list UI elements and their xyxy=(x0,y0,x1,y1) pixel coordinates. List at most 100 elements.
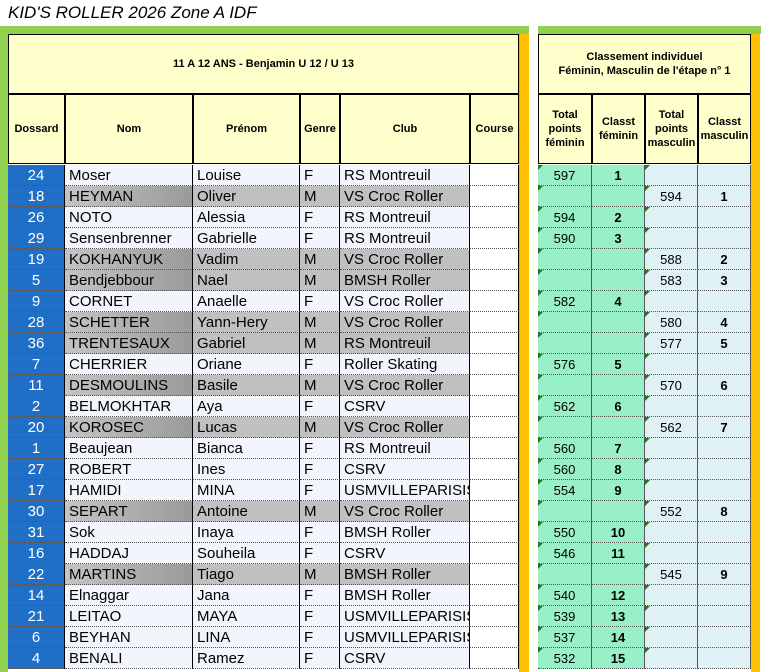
cell-club[interactable]: RS Montreuil xyxy=(340,333,470,354)
cell-total-masculin[interactable] xyxy=(645,585,698,606)
cell-club[interactable]: Roller Skating xyxy=(340,354,470,375)
cell-club[interactable]: USMVILLEPARISIS xyxy=(340,606,470,627)
cell-classt-masculin[interactable]: 6 xyxy=(698,375,751,396)
cell-prenom[interactable]: Lucas xyxy=(193,417,300,438)
cell-dossard[interactable]: 24 xyxy=(8,165,65,186)
cell-genre[interactable]: M xyxy=(300,270,340,291)
cell-genre[interactable]: F xyxy=(300,354,340,375)
cell-total-feminin[interactable]: 576 xyxy=(538,354,592,375)
cell-genre[interactable]: F xyxy=(300,585,340,606)
cell-classt-masculin[interactable] xyxy=(698,627,751,648)
col-header-total-feminin[interactable]: Total points féminin xyxy=(538,94,592,164)
cell-classt-masculin[interactable]: 8 xyxy=(698,501,751,522)
cell-prenom[interactable]: Ines xyxy=(193,459,300,480)
cell-genre[interactable]: M xyxy=(300,375,340,396)
cell-total-feminin[interactable]: 550 xyxy=(538,522,592,543)
cell-total-feminin[interactable] xyxy=(538,564,592,585)
cell-course[interactable] xyxy=(470,291,519,312)
cell-classt-feminin[interactable] xyxy=(592,564,645,585)
cell-classt-feminin[interactable]: 12 xyxy=(592,585,645,606)
cell-total-masculin[interactable]: 580 xyxy=(645,312,698,333)
cell-prenom[interactable]: Ramez xyxy=(193,648,300,669)
cell-dossard[interactable]: 17 xyxy=(8,480,65,501)
cell-genre[interactable]: F xyxy=(300,228,340,249)
cell-classt-masculin[interactable] xyxy=(698,354,751,375)
cell-total-feminin[interactable]: 562 xyxy=(538,396,592,417)
cell-course[interactable] xyxy=(470,270,519,291)
col-header-prenom[interactable]: Prénom xyxy=(193,94,300,164)
cell-prenom[interactable]: Basile xyxy=(193,375,300,396)
cell-classt-masculin[interactable] xyxy=(698,438,751,459)
cell-nom[interactable]: LEITAO xyxy=(65,606,193,627)
cell-total-feminin[interactable]: 540 xyxy=(538,585,592,606)
cell-prenom[interactable]: Anaelle xyxy=(193,291,300,312)
cell-genre[interactable]: F xyxy=(300,627,340,648)
cell-nom[interactable]: CHERRIER xyxy=(65,354,193,375)
cell-course[interactable] xyxy=(470,522,519,543)
cell-classt-feminin[interactable]: 6 xyxy=(592,396,645,417)
cell-prenom[interactable]: Bianca xyxy=(193,438,300,459)
cell-dossard[interactable]: 20 xyxy=(8,417,65,438)
cell-dossard[interactable]: 2 xyxy=(8,396,65,417)
cell-course[interactable] xyxy=(470,459,519,480)
cell-classt-feminin[interactable]: 10 xyxy=(592,522,645,543)
cell-classt-feminin[interactable]: 9 xyxy=(592,480,645,501)
cell-classt-feminin[interactable]: 13 xyxy=(592,606,645,627)
cell-classt-masculin[interactable]: 4 xyxy=(698,312,751,333)
cell-classt-feminin[interactable] xyxy=(592,312,645,333)
cell-genre[interactable]: F xyxy=(300,396,340,417)
cell-course[interactable] xyxy=(470,480,519,501)
cell-club[interactable]: RS Montreuil xyxy=(340,207,470,228)
cell-total-feminin[interactable]: 560 xyxy=(538,459,592,480)
cell-prenom[interactable]: Antoine xyxy=(193,501,300,522)
cell-genre[interactable]: F xyxy=(300,207,340,228)
cell-classt-masculin[interactable] xyxy=(698,606,751,627)
cell-classt-masculin[interactable] xyxy=(698,543,751,564)
cell-prenom[interactable]: MAYA xyxy=(193,606,300,627)
cell-genre[interactable]: F xyxy=(300,543,340,564)
cell-total-masculin[interactable]: 570 xyxy=(645,375,698,396)
cell-club[interactable]: BMSH Roller xyxy=(340,564,470,585)
cell-course[interactable] xyxy=(470,564,519,585)
cell-genre[interactable]: F xyxy=(300,522,340,543)
cell-nom[interactable]: Elnaggar xyxy=(65,585,193,606)
cell-total-feminin[interactable] xyxy=(538,501,592,522)
col-header-genre[interactable]: Genre xyxy=(300,94,340,164)
cell-nom[interactable]: Beaujean xyxy=(65,438,193,459)
cell-classt-masculin[interactable] xyxy=(698,585,751,606)
col-header-total-masculin[interactable]: Total points masculin xyxy=(645,94,698,164)
cell-course[interactable] xyxy=(470,186,519,207)
cell-nom[interactable]: Sensenbrenner xyxy=(65,228,193,249)
cell-classt-feminin[interactable]: 15 xyxy=(592,648,645,669)
cell-dossard[interactable]: 16 xyxy=(8,543,65,564)
cell-prenom[interactable]: Vadim xyxy=(193,249,300,270)
cell-course[interactable] xyxy=(470,333,519,354)
cell-classt-feminin[interactable] xyxy=(592,375,645,396)
cell-total-masculin[interactable]: 583 xyxy=(645,270,698,291)
cell-classt-masculin[interactable] xyxy=(698,207,751,228)
cell-classt-masculin[interactable] xyxy=(698,291,751,312)
cell-genre[interactable]: M xyxy=(300,564,340,585)
cell-prenom[interactable]: Souheila xyxy=(193,543,300,564)
cell-dossard[interactable]: 5 xyxy=(8,270,65,291)
col-header-classt-feminin[interactable]: Classt féminin xyxy=(592,94,645,164)
cell-classt-feminin[interactable] xyxy=(592,249,645,270)
cell-nom[interactable]: DESMOULINS xyxy=(65,375,193,396)
cell-course[interactable] xyxy=(470,354,519,375)
cell-genre[interactable]: M xyxy=(300,333,340,354)
cell-course[interactable] xyxy=(470,648,519,669)
col-header-course[interactable]: Course xyxy=(470,94,519,164)
cell-dossard[interactable]: 7 xyxy=(8,354,65,375)
cell-total-feminin[interactable]: 546 xyxy=(538,543,592,564)
cell-classt-feminin[interactable]: 11 xyxy=(592,543,645,564)
cell-total-feminin[interactable] xyxy=(538,270,592,291)
cell-genre[interactable]: F xyxy=(300,648,340,669)
cell-nom[interactable]: KOROSEC xyxy=(65,417,193,438)
cell-classt-masculin[interactable]: 2 xyxy=(698,249,751,270)
cell-club[interactable]: VS Croc Roller xyxy=(340,501,470,522)
cell-dossard[interactable]: 21 xyxy=(8,606,65,627)
cell-course[interactable] xyxy=(470,396,519,417)
col-header-dossard[interactable]: Dossard xyxy=(8,94,65,164)
cell-total-masculin[interactable] xyxy=(645,207,698,228)
cell-genre[interactable]: M xyxy=(300,312,340,333)
